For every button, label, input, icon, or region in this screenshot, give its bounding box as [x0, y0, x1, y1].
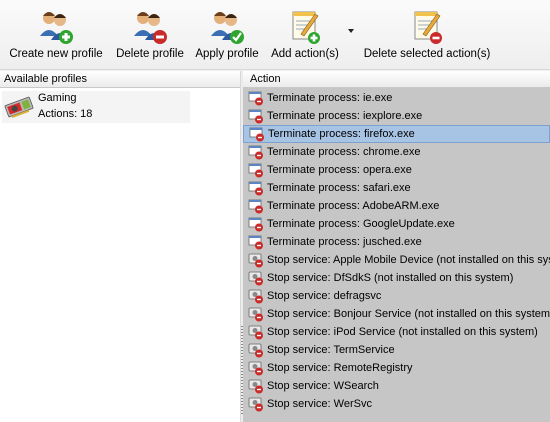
action-row[interactable]: Stop service: Bonjour Service (not insta… — [243, 305, 550, 323]
profile-item-gaming[interactable]: Gaming Actions: 18 — [2, 91, 190, 123]
delete-profile-button[interactable]: Delete profile — [113, 0, 187, 68]
action-row[interactable]: Terminate process: firefox.exe — [243, 125, 550, 143]
service-gear-icon — [248, 271, 263, 286]
create-new-profile-label: Create new profile — [9, 48, 103, 60]
service-gear-icon — [248, 397, 263, 412]
notepad-add-icon — [292, 11, 320, 44]
profile-name: Gaming — [38, 92, 77, 104]
action-row-text: Terminate process: AdobeARM.exe — [267, 200, 440, 212]
process-gear-icon — [248, 109, 263, 124]
process-gear-icon — [249, 127, 264, 142]
service-gear-icon — [248, 253, 263, 268]
action-row-text: Stop service: Bonjour Service (not insta… — [267, 308, 550, 320]
action-row[interactable]: Stop service: WerSvc — [243, 395, 550, 413]
action-row-text: Stop service: iPod Service (not installe… — [267, 326, 538, 338]
action-row[interactable]: Terminate process: ie.exe — [243, 89, 550, 107]
create-new-profile-button[interactable]: Create new profile — [8, 0, 104, 68]
action-row-text: Stop service: defragsvc — [267, 290, 382, 302]
action-row[interactable]: Terminate process: safari.exe — [243, 179, 550, 197]
action-row[interactable]: Stop service: RemoteRegistry — [243, 359, 550, 377]
service-gear-icon — [248, 325, 263, 340]
action-row-text: Terminate process: jusched.exe — [267, 236, 422, 248]
action-row-text: Stop service: Apple Mobile Device (not i… — [267, 254, 550, 266]
apply-profile-label: Apply profile — [195, 48, 259, 60]
actions-pane: Action Terminate process: ie.exe Terminat… — [243, 71, 550, 422]
action-row[interactable]: Stop service: defragsvc — [243, 287, 550, 305]
action-row[interactable]: Terminate process: GoogleUpdate.exe — [243, 215, 550, 233]
action-row-text: Terminate process: firefox.exe — [268, 128, 415, 140]
add-actions-label: Add action(s) — [271, 48, 339, 60]
action-row[interactable]: Stop service: WSearch — [243, 377, 550, 395]
notepad-delete-icon — [414, 11, 442, 44]
process-gear-icon — [248, 91, 263, 106]
action-row[interactable]: Terminate process: jusched.exe — [243, 233, 550, 251]
service-gear-icon — [248, 379, 263, 394]
action-row-text: Stop service: RemoteRegistry — [267, 362, 413, 374]
add-actions-button[interactable]: Add action(s) — [269, 0, 341, 68]
service-gear-icon — [248, 289, 263, 304]
action-row[interactable]: Terminate process: AdobeARM.exe — [243, 197, 550, 215]
service-gear-icon — [248, 307, 263, 322]
action-row[interactable]: Terminate process: iexplore.exe — [243, 107, 550, 125]
process-gear-icon — [248, 199, 263, 214]
users-add-icon — [40, 12, 73, 44]
action-row[interactable]: Stop service: TermService — [243, 341, 550, 359]
process-gear-icon — [248, 163, 263, 178]
action-row[interactable]: Stop service: iPod Service (not installe… — [243, 323, 550, 341]
action-row[interactable]: Terminate process: opera.exe — [243, 161, 550, 179]
action-row[interactable]: Stop service: Apple Mobile Device (not i… — [243, 251, 550, 269]
profile-action-count: Actions: 18 — [38, 108, 93, 120]
delete-selected-actions-button[interactable]: Delete selected action(s) — [360, 0, 494, 68]
action-row-text: Terminate process: opera.exe — [267, 164, 412, 176]
delete-profile-label: Delete profile — [116, 48, 184, 60]
process-gear-icon — [248, 181, 263, 196]
apply-profile-button[interactable]: Apply profile — [192, 0, 262, 68]
action-column-header[interactable]: Action — [243, 71, 550, 88]
users-delete-icon — [134, 12, 167, 44]
profiles-pane: Available profiles Gaming Actions: 18 — [0, 71, 240, 422]
toolbar: Create new profile Delete profile Apply … — [0, 0, 550, 70]
action-row-text: Stop service: TermService — [267, 344, 395, 356]
action-row-text: Terminate process: iexplore.exe — [267, 110, 423, 122]
add-actions-dropdown-arrow[interactable] — [348, 29, 354, 33]
process-gear-icon — [248, 235, 263, 250]
action-row[interactable]: Stop service: DfSdkS (not installed on t… — [243, 269, 550, 287]
action-row-text: Stop service: WerSvc — [267, 398, 372, 410]
action-row[interactable]: Terminate process: chrome.exe — [243, 143, 550, 161]
delete-selected-actions-label: Delete selected action(s) — [363, 48, 491, 60]
action-row-text: Stop service: WSearch — [267, 380, 379, 392]
service-gear-icon — [248, 361, 263, 376]
action-row-text: Terminate process: GoogleUpdate.exe — [267, 218, 455, 230]
action-row-text: Terminate process: ie.exe — [267, 92, 393, 104]
action-row-text: Terminate process: safari.exe — [267, 182, 411, 194]
graphics-card-icon — [4, 96, 34, 118]
action-row-text: Stop service: DfSdkS (not installed on t… — [267, 272, 514, 284]
process-gear-icon — [248, 145, 263, 160]
process-gear-icon — [248, 217, 263, 232]
action-row-text: Terminate process: chrome.exe — [267, 146, 421, 158]
profiles-column-header[interactable]: Available profiles — [0, 71, 240, 88]
users-apply-icon — [211, 12, 244, 44]
service-gear-icon — [248, 343, 263, 358]
action-list: Terminate process: ie.exe Terminate proce… — [243, 89, 550, 413]
